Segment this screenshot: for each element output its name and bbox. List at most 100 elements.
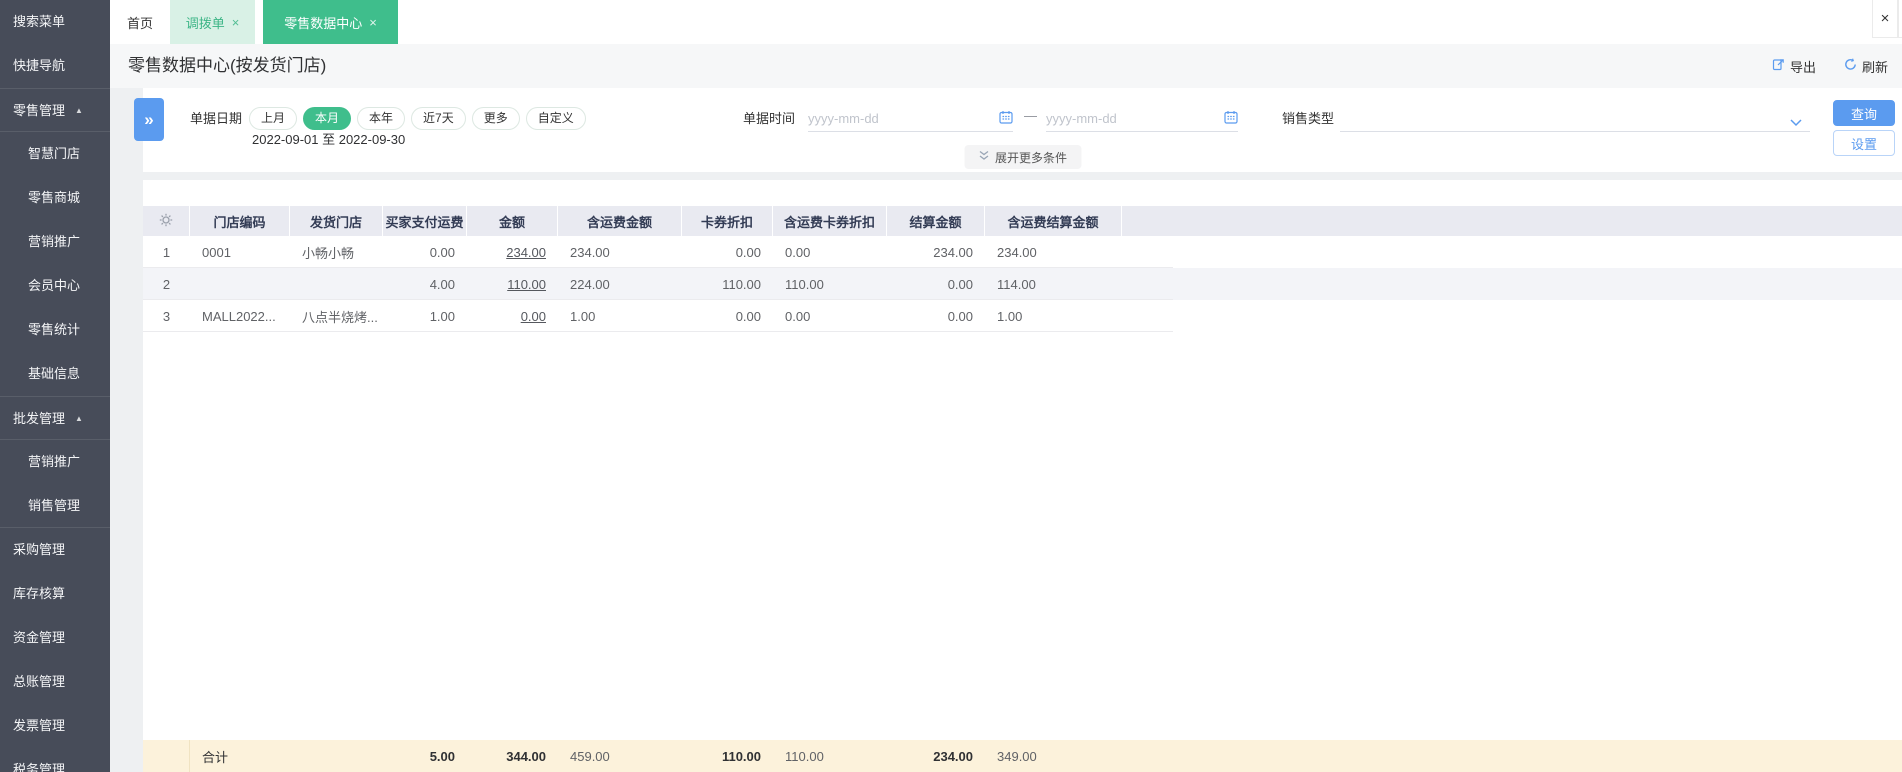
pill-custom[interactable]: 自定义: [525, 107, 586, 130]
collapse-filter-button[interactable]: »: [134, 98, 164, 141]
cell-shipping-store: 八点半烧烤...: [302, 309, 378, 325]
start-date-input[interactable]: [808, 111, 999, 126]
export-label: 导出: [1789, 59, 1816, 75]
tab-label: 调拨单: [185, 15, 225, 31]
sidebar-item-label: 营销推广: [28, 454, 81, 469]
tab-retail-data-center[interactable]: 零售数据中心 ×: [263, 0, 398, 44]
start-date-field: [808, 106, 1013, 132]
data-table-panel: 门店编码 发货门店 买家支付运费 金额 含运费金额 卡券折扣 含运费卡券折扣 结…: [143, 180, 1902, 772]
sidebar-item-quick-nav[interactable]: 快捷导航: [0, 44, 110, 88]
calendar-icon[interactable]: [999, 110, 1013, 127]
table-header-row: 门店编码 发货门店 买家支付运费 金额 含运费金额 卡券折扣 含运费卡券折扣 结…: [143, 206, 1902, 236]
column-header-amount: 金额: [467, 206, 558, 236]
bill-time-label: 单据时间: [743, 111, 796, 126]
sales-type-label: 销售类型: [1282, 111, 1335, 126]
pill-more[interactable]: 更多: [471, 107, 520, 130]
fullscreen-icon[interactable]: [1898, 0, 1902, 38]
sidebar-item-label: 销售管理: [28, 498, 81, 513]
end-date-input[interactable]: [1046, 111, 1224, 126]
cell-buyer-freight: 1.00: [429, 308, 455, 324]
pill-this-month[interactable]: 本月: [303, 107, 352, 130]
cell-shipping-store: [290, 268, 383, 300]
sidebar-item-sales-management[interactable]: 销售管理: [0, 484, 110, 528]
close-tab-icon[interactable]: ×: [232, 15, 240, 30]
sidebar-item-basic-info[interactable]: 基础信息: [0, 352, 110, 396]
column-header-shipping-store: 发货门店: [290, 206, 383, 236]
chevron-down-icon: [1790, 115, 1802, 130]
sidebar-item-tax-management[interactable]: 税务管理: [0, 748, 110, 772]
selected-date-range: 2022-09-01 至 2022-09-30: [252, 132, 406, 147]
gear-icon: [159, 213, 173, 230]
cell-buyer-freight: 4.00: [429, 276, 455, 292]
sidebar-item-label: 总账管理: [13, 674, 66, 689]
cell-settlement: 234.00: [933, 244, 973, 260]
sales-type-select[interactable]: [1340, 106, 1810, 132]
column-header-settlement-with-freight: 含运费结算金额: [985, 206, 1122, 236]
end-date-field: [1046, 106, 1238, 132]
sidebar-item-label: 搜索菜单: [13, 14, 66, 29]
column-header-amount-with-freight: 含运费金额: [558, 206, 682, 236]
sidebar-item-purchase-management[interactable]: 采购管理: [0, 528, 110, 572]
sidebar-item-search-menu[interactable]: 搜索菜单: [0, 0, 110, 44]
sidebar-item-invoice-management[interactable]: 发票管理: [0, 704, 110, 748]
cell-shipping-store: 小畅小畅: [302, 245, 355, 261]
cell-coupon-with-freight: 0.00: [785, 308, 811, 324]
expand-more-conditions-button[interactable]: 展开更多条件: [963, 145, 1082, 169]
footer-total-label: 合计: [202, 749, 229, 765]
amount-link[interactable]: 110.00: [507, 277, 546, 292]
sidebar-item-label: 批发管理: [13, 411, 66, 426]
refresh-button[interactable]: 刷新: [1844, 57, 1888, 76]
close-tab-icon[interactable]: ×: [369, 15, 377, 30]
table-row: 3 MALL2022... 八点半烧烤... 1.00 0.00 1.00 0.…: [143, 300, 1902, 332]
column-header-settlement: 结算金额: [887, 206, 985, 236]
sidebar-item-inventory-accounting[interactable]: 库存核算: [0, 572, 110, 616]
refresh-label: 刷新: [1861, 59, 1888, 75]
calendar-icon[interactable]: [1224, 110, 1238, 127]
tab-transfer-order[interactable]: 调拨单 ×: [170, 0, 255, 44]
date-range-pills: 上月 本月 本年 近7天 更多 自定义: [249, 107, 586, 130]
cell-buyer-freight: 0.00: [429, 244, 455, 260]
sidebar-item-label: 税务管理: [13, 762, 66, 772]
sidebar-item-marketing-promo[interactable]: 营销推广: [0, 220, 110, 264]
amount-link[interactable]: 234.00: [506, 245, 546, 260]
pill-this-year[interactable]: 本年: [357, 107, 406, 130]
pill-last-month[interactable]: 上月: [249, 107, 298, 130]
sidebar-group-retail-management[interactable]: 零售管理 ▲: [0, 88, 110, 132]
sidebar-item-funds-management[interactable]: 资金管理: [0, 616, 110, 660]
search-button[interactable]: 查询: [1833, 100, 1895, 126]
export-button[interactable]: 导出: [1772, 57, 1816, 76]
settings-button[interactable]: 设置: [1833, 130, 1895, 156]
sidebar-item-retail-stats[interactable]: 零售统计: [0, 308, 110, 352]
sidebar-item-general-ledger[interactable]: 总账管理: [0, 660, 110, 704]
sidebar-item-smart-store[interactable]: 智慧门店: [0, 132, 110, 176]
sidebar-item-wholesale-marketing[interactable]: 营销推广: [0, 440, 110, 484]
sidebar-item-label: 基础信息: [28, 366, 81, 381]
tab-label: 首页: [126, 15, 153, 31]
footer-buyer-freight: 5.00: [429, 748, 455, 764]
page-title: 零售数据中心(按发货门店): [128, 56, 327, 75]
close-window-button[interactable]: ×: [1872, 0, 1898, 38]
table-row: 1 0001 小畅小畅 0.00 234.00 234.00 0.00 0.00…: [143, 236, 1902, 268]
main-content: 单据日期 上月 本月 本年 近7天 更多 自定义 2022-09-01 至 20…: [110, 88, 1902, 772]
sidebar-item-retail-mall[interactable]: 零售商城: [0, 176, 110, 220]
column-header-buyer-freight: 买家支付运费: [383, 206, 467, 236]
cell-amount-with-freight: 234.00: [570, 244, 610, 260]
footer-settlement-with-freight: 349.00: [997, 748, 1037, 764]
export-icon: [1772, 58, 1785, 74]
footer-settlement: 234.00: [933, 748, 973, 764]
column-settings-button[interactable]: [143, 206, 190, 236]
date-range-dash: —: [1024, 108, 1037, 123]
title-bar: 零售数据中心(按发货门店) 导出 刷新: [110, 44, 1902, 88]
tab-home[interactable]: 首页: [110, 0, 170, 44]
amount-link[interactable]: 0.00: [521, 309, 546, 324]
filter-panel: 单据日期 上月 本月 本年 近7天 更多 自定义 2022-09-01 至 20…: [143, 88, 1902, 172]
table-row: 2 4.00 110.00 224.00 110.00 110.00 0.00 …: [143, 268, 1902, 300]
cell-settlement: 0.00: [947, 276, 973, 292]
sidebar-item-member-center[interactable]: 会员中心: [0, 264, 110, 308]
sidebar-item-label: 发票管理: [13, 718, 66, 733]
sidebar-group-wholesale-management[interactable]: 批发管理 ▲: [0, 396, 110, 440]
cell-coupon-with-freight: 0.00: [785, 244, 811, 260]
sidebar-item-label: 零售管理: [13, 103, 66, 118]
pill-last-7-days[interactable]: 近7天: [411, 107, 466, 130]
cell-settlement-with-freight: 114.00: [997, 276, 1036, 292]
